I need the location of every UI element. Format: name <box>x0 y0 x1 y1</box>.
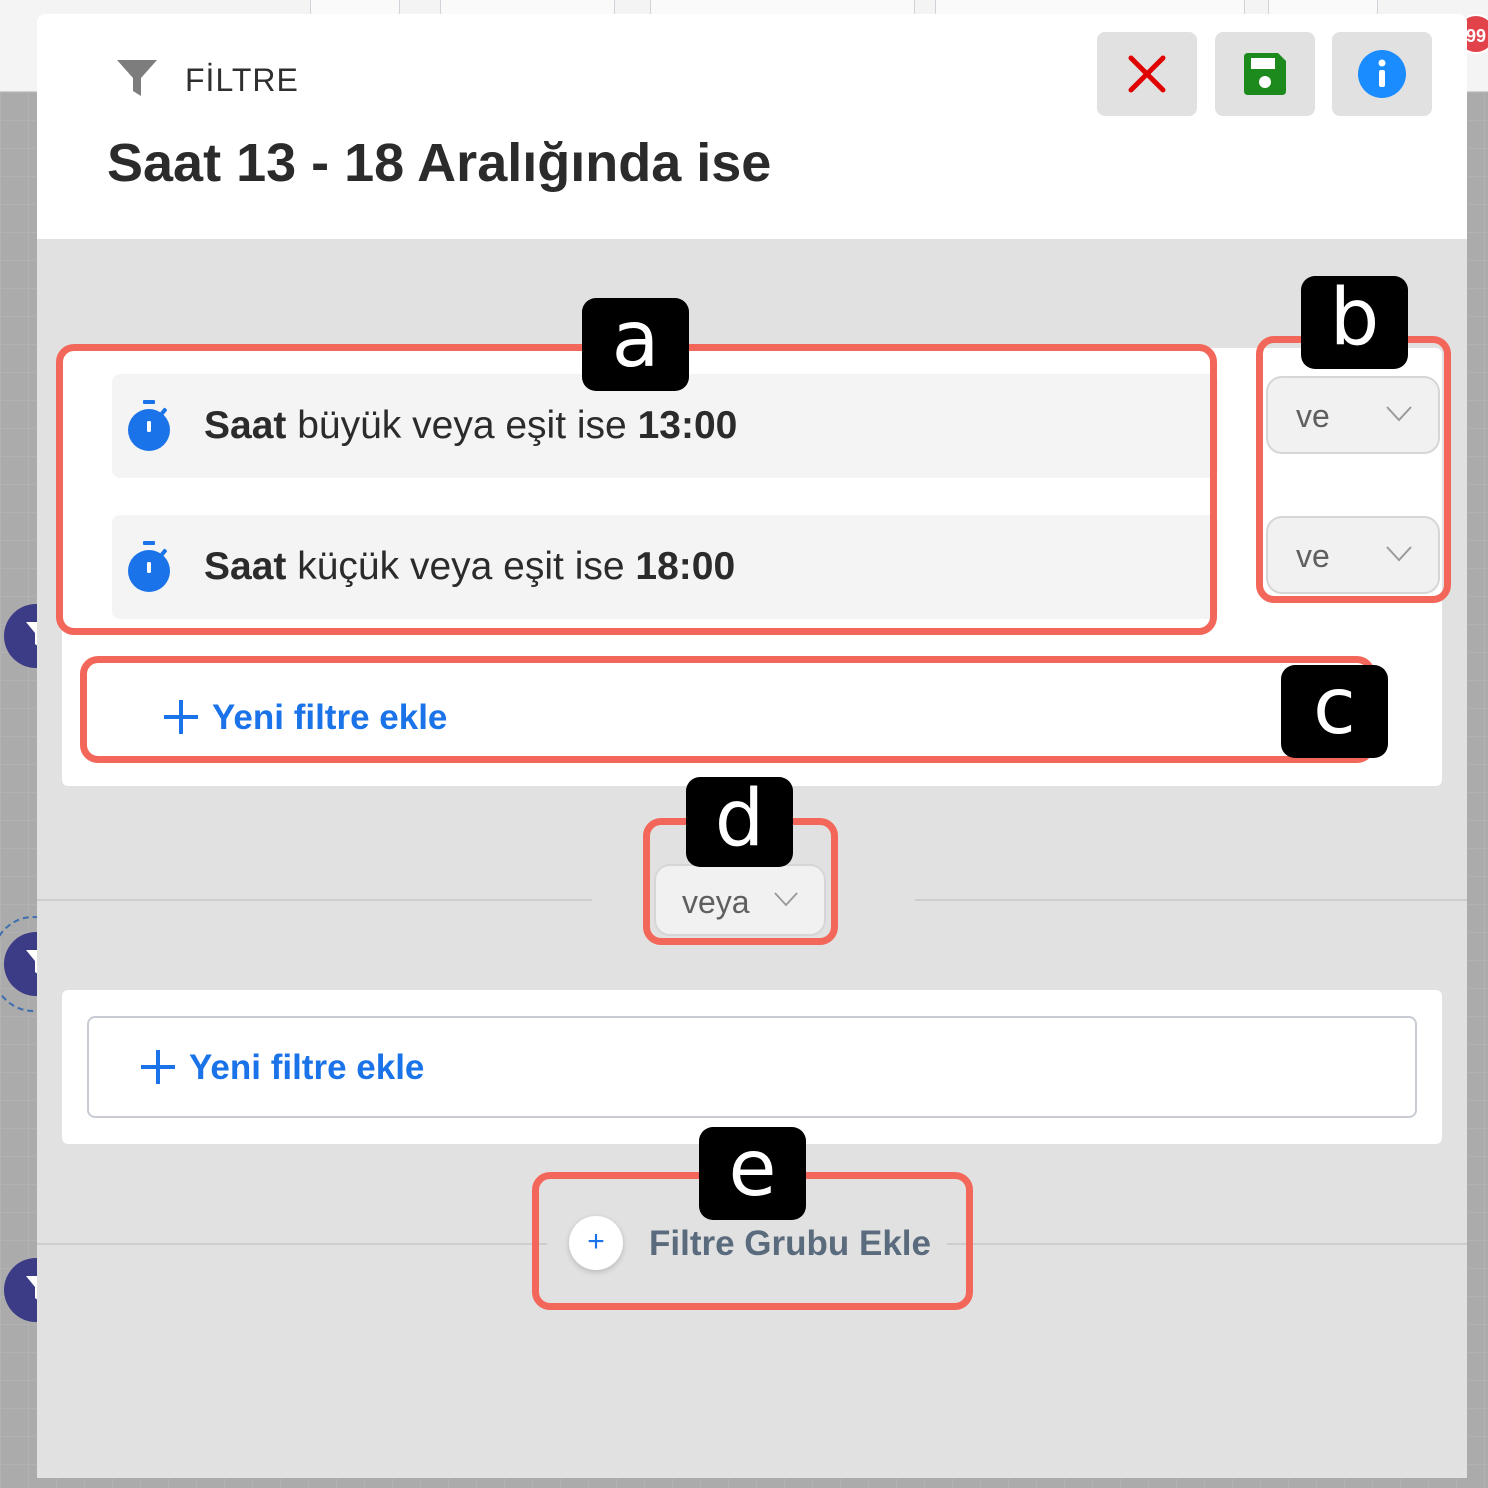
add-filter-button[interactable]: Yeni filtre ekle <box>87 1016 1417 1118</box>
highlight-box <box>80 656 1375 763</box>
highlight-box <box>1256 336 1451 603</box>
save-icon <box>1244 53 1286 95</box>
annotation-label: a <box>582 298 689 391</box>
filter-icon <box>115 56 159 105</box>
divider <box>915 899 1467 901</box>
modal-header: FİLTRE Saat 13 - 18 Aralığında ise <box>37 14 1467 239</box>
close-icon <box>1128 55 1166 93</box>
save-button[interactable] <box>1215 32 1315 116</box>
info-button[interactable] <box>1332 32 1432 116</box>
annotation-label: d <box>686 777 793 867</box>
info-icon <box>1358 50 1406 98</box>
section-label: FİLTRE <box>185 62 299 98</box>
plus-icon <box>141 1050 175 1084</box>
annotation-label: c <box>1281 665 1388 758</box>
page-title: Saat 13 - 18 Aralığında ise <box>107 133 772 193</box>
annotation-label: b <box>1301 276 1408 369</box>
close-button[interactable] <box>1097 32 1197 116</box>
divider <box>37 899 592 901</box>
add-filter-label: Yeni filtre ekle <box>189 1048 425 1087</box>
filter-group-2: Yeni filtre ekle <box>62 990 1442 1144</box>
annotation-label: e <box>699 1127 806 1220</box>
